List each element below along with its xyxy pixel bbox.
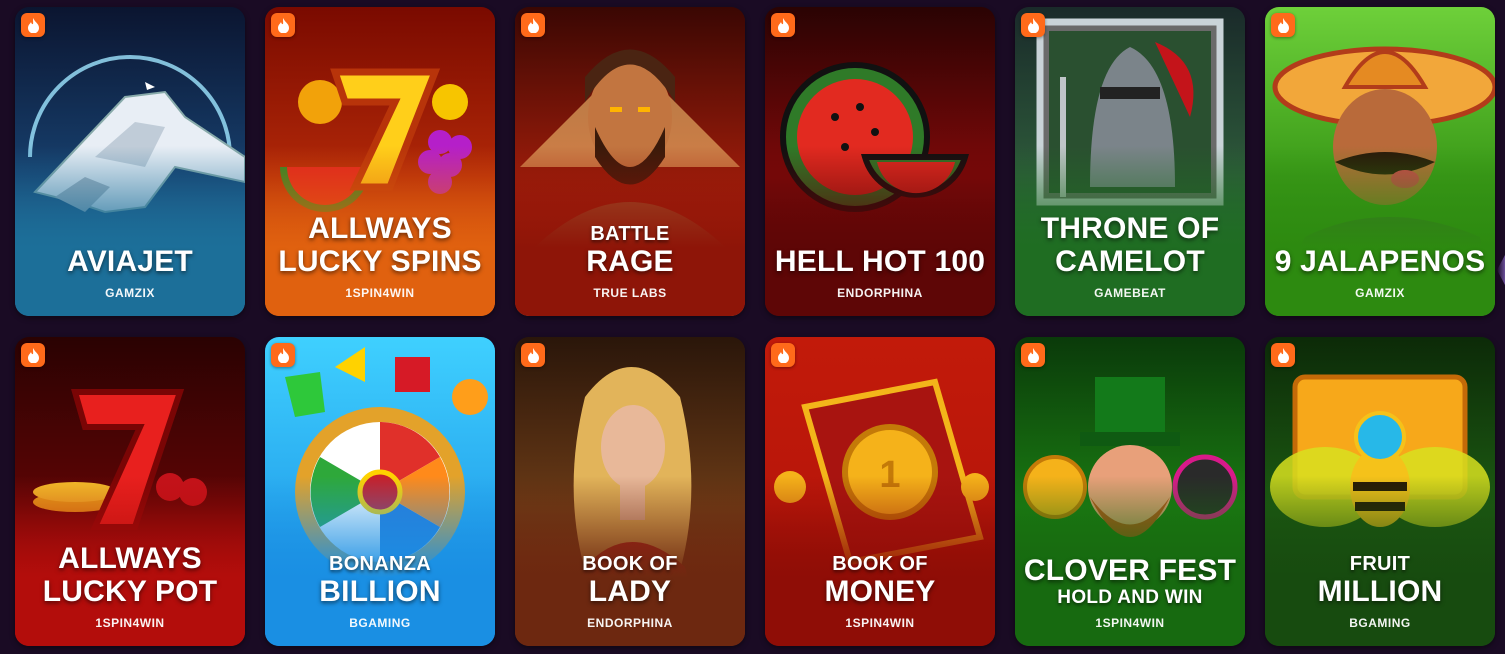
game-card[interactable]: ALLWAYS LUCKY POT 1SPIN4WIN (15, 337, 245, 646)
game-provider: TRUE LABS (593, 286, 667, 300)
game-title-block: BOOK OF LADY ENDORPHINA (515, 553, 745, 630)
flame-icon (1271, 343, 1295, 367)
flame-icon (1271, 13, 1295, 37)
game-title-prefix: FRUIT (1349, 553, 1411, 575)
flame-icon (21, 343, 45, 367)
game-card[interactable]: FRUIT MILLION BGAMING (1265, 337, 1495, 646)
game-provider: BGAMING (1349, 616, 1411, 630)
game-card[interactable]: BOOK OF LADY ENDORPHINA (515, 337, 745, 646)
games-grid: AVIAJET GAMZIX ALLWAYS LUCKY SPINS 1SPIN4W… (15, 7, 1495, 646)
flame-icon (1021, 13, 1045, 37)
game-title-block: ALLWAYS LUCKY SPINS 1SPIN4WIN (265, 212, 495, 300)
game-card[interactable]: THRONE OF CAMELOT GAMEBEAT (1015, 7, 1245, 316)
game-provider: 1SPIN4WIN (1095, 616, 1165, 630)
game-subtitle: HOLD AND WIN (1057, 587, 1203, 608)
game-title: BILLION (319, 575, 441, 608)
game-title-block: ALLWAYS LUCKY POT 1SPIN4WIN (15, 542, 245, 630)
game-title-prefix: BOOK OF (832, 553, 928, 575)
game-title: CLOVER FEST (1023, 554, 1237, 587)
game-card[interactable]: BATTLE RAGE TRUE LABS (515, 7, 745, 316)
flame-icon (271, 343, 295, 367)
game-title-block: AVIAJET GAMZIX (15, 245, 245, 300)
game-title-block: 9 JALAPENOS GAMZIX (1265, 245, 1495, 300)
game-card[interactable]: CLOVER FEST HOLD AND WIN 1SPIN4WIN (1015, 337, 1245, 646)
game-provider: BGAMING (349, 616, 411, 630)
flame-icon (771, 343, 795, 367)
flame-icon (21, 13, 45, 37)
game-title: MILLION (1317, 575, 1443, 608)
game-title: THRONE OF CAMELOT (1040, 212, 1220, 278)
game-title: ALLWAYS LUCKY SPINS (278, 212, 482, 278)
game-title: LADY (588, 575, 672, 608)
game-title-block: HELL HOT 100 ENDORPHINA (765, 245, 995, 300)
game-provider: GAMZIX (1355, 286, 1405, 300)
game-provider: GAMZIX (105, 286, 155, 300)
game-title: ALLWAYS LUCKY POT (42, 542, 218, 608)
game-title-block: BOOK OF MONEY 1SPIN4WIN (765, 553, 995, 630)
game-card[interactable]: 9 JALAPENOS GAMZIX (1265, 7, 1495, 316)
game-title-prefix: BATTLE (590, 223, 670, 245)
chevron-right-icon[interactable] (1497, 255, 1505, 285)
flame-icon (521, 13, 545, 37)
game-title: 9 JALAPENOS (1274, 245, 1486, 278)
flame-icon (521, 343, 545, 367)
game-title-block: THRONE OF CAMELOT GAMEBEAT (1015, 212, 1245, 300)
game-title-block: CLOVER FEST HOLD AND WIN 1SPIN4WIN (1015, 554, 1245, 630)
game-card[interactable]: AVIAJET GAMZIX (15, 7, 245, 316)
game-provider: ENDORPHINA (587, 616, 673, 630)
game-provider: 1SPIN4WIN (95, 616, 165, 630)
game-card[interactable]: BONANZA BILLION BGAMING (265, 337, 495, 646)
game-title-block: FRUIT MILLION BGAMING (1265, 553, 1495, 630)
game-title-block: BONANZA BILLION BGAMING (265, 553, 495, 630)
game-title-prefix: BOOK OF (582, 553, 678, 575)
game-provider: 1SPIN4WIN (345, 286, 415, 300)
game-title-block: BATTLE RAGE TRUE LABS (515, 223, 745, 300)
flame-icon (271, 13, 295, 37)
game-provider: GAMEBEAT (1094, 286, 1166, 300)
flame-icon (1021, 343, 1045, 367)
game-title: RAGE (586, 245, 674, 278)
game-title-prefix: BONANZA (328, 553, 432, 575)
game-card[interactable]: 1 BOOK OF MONEY 1SPIN4WIN (765, 337, 995, 646)
game-card[interactable]: ALLWAYS LUCKY SPINS 1SPIN4WIN (265, 7, 495, 316)
game-card[interactable]: HELL HOT 100 ENDORPHINA (765, 7, 995, 316)
game-title: HELL HOT 100 (774, 245, 986, 278)
game-title: AVIAJET (67, 245, 193, 278)
game-provider: ENDORPHINA (837, 286, 923, 300)
game-provider: 1SPIN4WIN (845, 616, 915, 630)
flame-icon (771, 13, 795, 37)
game-title: MONEY (824, 575, 936, 608)
